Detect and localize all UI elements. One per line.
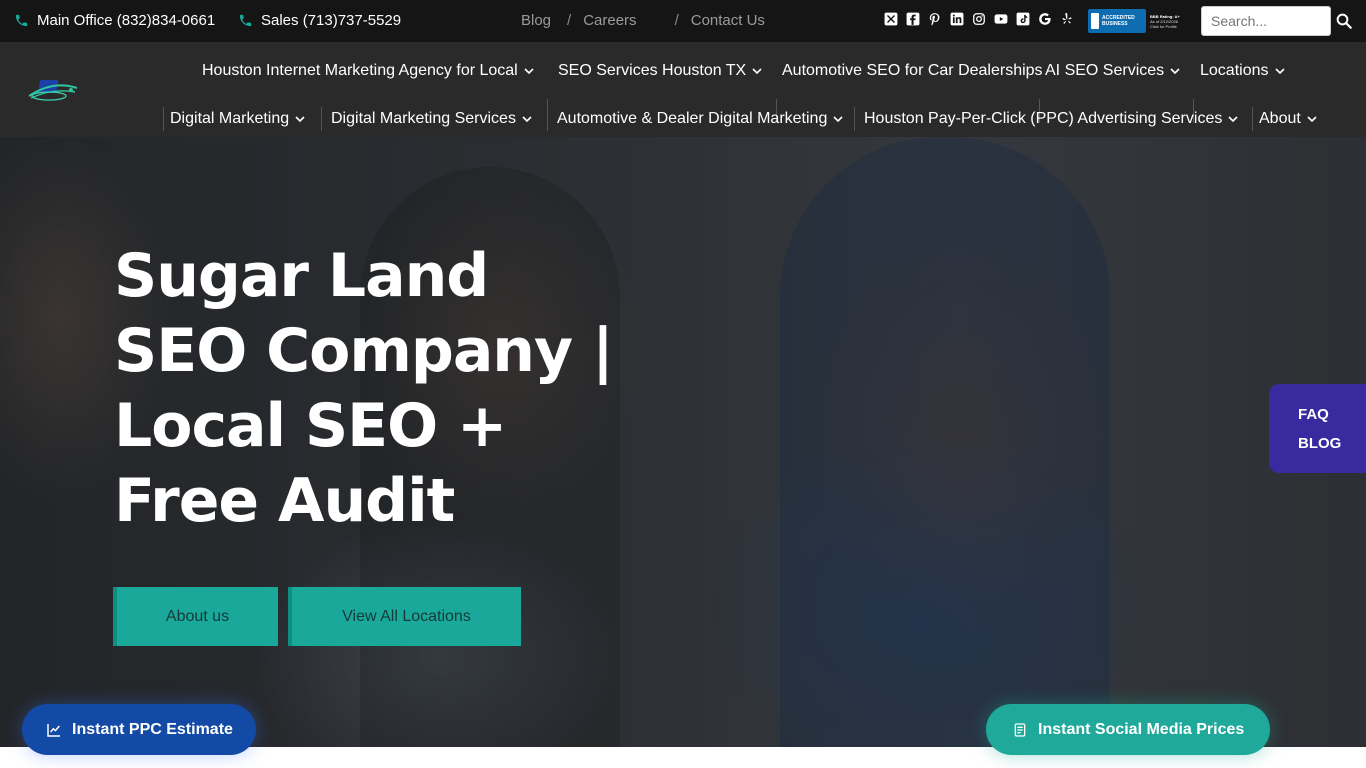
search-icon[interactable] [1335,12,1353,30]
facebook-icon[interactable] [906,12,920,26]
nav-digital-marketing[interactable]: Digital Marketing [170,110,306,128]
nav-label: SEO Services Houston TX [558,62,747,79]
nav-digital-marketing-services[interactable]: Digital Marketing Services [331,110,533,128]
chevron-down-icon [295,116,305,123]
social-label: Instant Social Media Prices [1038,720,1245,738]
separator: / [674,12,679,29]
nav-label: About [1259,110,1301,127]
side-quick-links: FAQ BLOG [1269,384,1366,473]
bbb-seal: ACCREDITED BUSINESS [1088,9,1146,33]
nav-label: Automotive SEO for Car Dealerships [782,62,1043,79]
company-logo[interactable] [27,76,79,104]
youtube-icon[interactable] [994,12,1008,26]
bbb-click-text: Click for Profile [1150,23,1177,29]
yelp-icon[interactable] [1060,12,1074,26]
hero-section: Sugar Land SEO Company | Local SEO + Fre… [0,137,1366,747]
careers-link[interactable]: Careers [583,12,636,29]
nav-automotive-seo[interactable]: Automotive SEO for Car Dealerships [782,62,1043,80]
main-office-phone-link[interactable]: Main Office (832)834-0661 [14,12,215,29]
top-bar: Main Office (832)834-0661 Sales (713)737… [0,0,1366,42]
search-input[interactable] [1201,6,1331,36]
nav-label: Automotive & Dealer Digital Marketing [557,110,828,127]
bbb-rating: BBB Rating: A+ As of 2/12/2026 Click for… [1150,14,1180,29]
nav-divider [1252,107,1253,131]
chevron-down-icon [1170,68,1180,75]
chevron-down-icon [752,68,762,75]
nav-divider [854,107,855,131]
nav-label: Digital Marketing [170,110,290,127]
chevron-down-icon [524,68,534,75]
nav-about[interactable]: About [1259,110,1318,128]
view-all-locations-button[interactable]: View All Locations [288,587,521,646]
nav-automotive-dealer-marketing[interactable]: Automotive & Dealer Digital Marketing [557,110,844,128]
top-links: Blog / Careers / Contact Us [505,12,765,29]
separator: / [567,12,572,29]
bbb-torch-icon [1091,13,1099,29]
main-nav: Houston Internet Marketing Agency for Lo… [0,42,1366,137]
bbb-seal-text: ACCREDITED BUSINESS [1102,15,1135,27]
ppc-label: Instant PPC Estimate [72,720,233,738]
nav-ai-seo-services[interactable]: AI SEO Services [1045,62,1181,80]
instant-ppc-estimate-button[interactable]: Instant PPC Estimate [22,704,256,755]
chart-line-icon [47,723,60,737]
sales-phone-link[interactable]: Sales (713)737-5529 [238,12,401,29]
instagram-icon[interactable] [972,12,986,26]
nav-label: Houston Internet Marketing Agency for Lo… [202,62,518,79]
nav-label: Houston Pay-Per-Click (PPC) Advertising … [864,110,1223,127]
nav-divider [321,107,322,131]
bbb-line2: BUSINESS [1102,21,1128,27]
pinterest-icon[interactable] [928,12,942,26]
social-icons [884,12,1074,26]
main-office-text: Main Office (832)834-0661 [37,12,216,29]
nav-locations[interactable]: Locations [1200,62,1286,80]
hero-title: Sugar Land SEO Company | Local SEO + Fre… [114,241,614,536]
x-twitter-icon[interactable] [884,12,898,26]
linkedin-icon[interactable] [950,12,964,26]
chevron-down-icon [522,116,532,123]
blog-link[interactable]: Blog [521,12,551,29]
chevron-down-icon [1274,68,1285,75]
sales-text: Sales (713)737-5529 [261,12,402,29]
phone-icon [239,14,252,27]
nav-houston-ppc[interactable]: Houston Pay-Per-Click (PPC) Advertising … [864,110,1239,128]
chevron-down-icon [833,116,843,123]
instant-social-media-prices-button[interactable]: Instant Social Media Prices [986,704,1270,755]
nav-divider [163,107,164,131]
nav-divider [547,107,548,131]
google-icon[interactable] [1038,12,1052,26]
about-us-button[interactable]: About us [113,587,278,646]
bbb-accredited-badge[interactable]: ACCREDITED BUSINESS BBB Rating: A+ As of… [1088,9,1192,33]
nav-label: AI SEO Services [1045,62,1165,79]
document-icon [1014,722,1026,737]
contact-us-link[interactable]: Contact Us [691,12,765,29]
nav-seo-services-houston[interactable]: SEO Services Houston TX [558,62,763,80]
phone-icon [15,14,28,27]
blog-side-link[interactable]: BLOG [1298,435,1366,452]
chevron-down-icon [1307,116,1317,123]
nav-label: Locations [1200,62,1269,79]
chevron-down-icon [1228,116,1238,123]
tiktok-icon[interactable] [1016,12,1030,26]
nav-label: Digital Marketing Services [331,110,516,127]
nav-houston-internet-marketing[interactable]: Houston Internet Marketing Agency for Lo… [202,62,535,80]
faq-link[interactable]: FAQ [1298,406,1366,423]
